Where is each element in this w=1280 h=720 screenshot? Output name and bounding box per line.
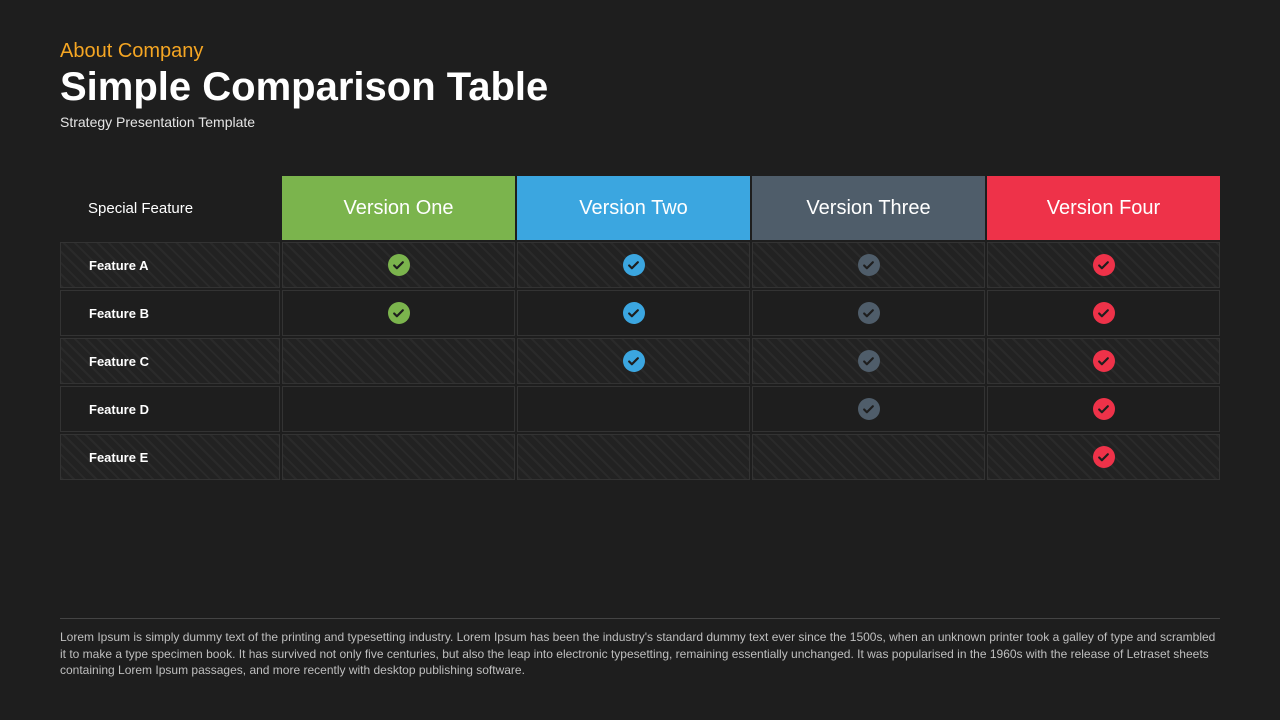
table-cell bbox=[282, 386, 515, 432]
table-cell bbox=[752, 386, 985, 432]
table-cell bbox=[752, 290, 985, 336]
table-cell bbox=[517, 242, 750, 288]
comparison-table: Special Feature Version One Version Two … bbox=[60, 176, 1220, 480]
table-cell bbox=[752, 338, 985, 384]
check-icon bbox=[1093, 398, 1115, 420]
table-row: Feature C bbox=[60, 338, 1220, 384]
feature-column-header: Special Feature bbox=[60, 176, 280, 240]
table-cell bbox=[282, 290, 515, 336]
table-row: Feature D bbox=[60, 386, 1220, 432]
check-icon bbox=[1093, 446, 1115, 468]
slide: About Company Simple Comparison Table St… bbox=[0, 0, 1280, 720]
check-icon bbox=[858, 398, 880, 420]
table-header-row: Special Feature Version One Version Two … bbox=[60, 176, 1220, 240]
footer-divider bbox=[60, 618, 1220, 619]
table-cell bbox=[987, 434, 1220, 480]
table-cell bbox=[752, 434, 985, 480]
feature-label: Feature D bbox=[60, 386, 280, 432]
slide-header: About Company Simple Comparison Table St… bbox=[60, 40, 1220, 130]
table-row: Feature B bbox=[60, 290, 1220, 336]
table-cell bbox=[987, 242, 1220, 288]
table-row: Feature E bbox=[60, 434, 1220, 480]
table-cell bbox=[282, 434, 515, 480]
eyebrow: About Company bbox=[60, 40, 1220, 63]
check-icon bbox=[388, 254, 410, 276]
table-body: Feature AFeature BFeature CFeature DFeat… bbox=[60, 242, 1220, 480]
subtitle: Strategy Presentation Template bbox=[60, 114, 1220, 130]
table-cell bbox=[517, 386, 750, 432]
column-header-version-three: Version Three bbox=[752, 176, 985, 240]
check-icon bbox=[858, 254, 880, 276]
check-icon bbox=[1093, 254, 1115, 276]
table-cell bbox=[987, 386, 1220, 432]
check-icon bbox=[1093, 302, 1115, 324]
feature-label: Feature B bbox=[60, 290, 280, 336]
column-header-version-two: Version Two bbox=[517, 176, 750, 240]
page-title: Simple Comparison Table bbox=[60, 65, 1220, 110]
feature-label: Feature E bbox=[60, 434, 280, 480]
check-icon bbox=[623, 254, 645, 276]
table-cell bbox=[987, 290, 1220, 336]
column-header-version-four: Version Four bbox=[987, 176, 1220, 240]
check-icon bbox=[388, 302, 410, 324]
check-icon bbox=[858, 350, 880, 372]
table-cell bbox=[282, 242, 515, 288]
feature-label: Feature C bbox=[60, 338, 280, 384]
table-cell bbox=[517, 434, 750, 480]
table-row: Feature A bbox=[60, 242, 1220, 288]
table-cell bbox=[517, 338, 750, 384]
table-cell bbox=[517, 290, 750, 336]
check-icon bbox=[623, 302, 645, 324]
slide-footer: Lorem Ipsum is simply dummy text of the … bbox=[60, 618, 1220, 678]
table-cell bbox=[987, 338, 1220, 384]
table-cell bbox=[282, 338, 515, 384]
table-cell bbox=[752, 242, 985, 288]
column-header-version-one: Version One bbox=[282, 176, 515, 240]
check-icon bbox=[623, 350, 645, 372]
check-icon bbox=[1093, 350, 1115, 372]
feature-label: Feature A bbox=[60, 242, 280, 288]
footer-text: Lorem Ipsum is simply dummy text of the … bbox=[60, 629, 1220, 678]
check-icon bbox=[858, 302, 880, 324]
